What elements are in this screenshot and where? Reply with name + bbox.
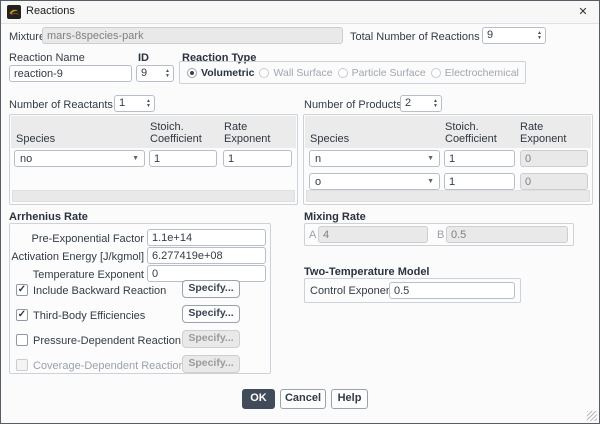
chevron-down-icon: ▼ xyxy=(132,155,139,162)
radio-icon xyxy=(337,67,348,78)
chevron-down-icon: ▼ xyxy=(427,155,434,162)
act-energy-label: Activation Energy [J/kgmol] xyxy=(11,251,144,263)
act-energy-field[interactable] xyxy=(147,247,266,264)
num-reactants-label: Number of Reactants xyxy=(9,99,113,111)
fluent-logo-icon xyxy=(7,5,21,19)
num-reactants-spinner[interactable]: 1 ▲ ▼ xyxy=(114,95,155,112)
mixing-a-field xyxy=(318,226,428,243)
mixing-rate-title: Mixing Rate xyxy=(304,211,366,223)
ok-button[interactable]: OK xyxy=(242,389,275,409)
mixing-b-field xyxy=(446,226,568,243)
third-body-specify-button[interactable]: Specify... xyxy=(182,305,240,323)
spin-down-icon[interactable]: ▼ xyxy=(537,35,542,41)
two-temp-box: Control Exponent xyxy=(304,278,521,303)
mixing-b-label: B xyxy=(437,229,445,241)
col-rate: Rate Exponent xyxy=(520,121,567,145)
products-table: Species Stoich. Coefficient Rate Exponen… xyxy=(303,114,593,205)
pressure-specify-button: Specify... xyxy=(182,330,240,348)
third-body-label: Third-Body Efficiencies xyxy=(33,310,146,322)
total-reactions-spinner[interactable]: 9 ▲ ▼ xyxy=(482,27,546,44)
reaction-id-label: ID xyxy=(138,52,149,64)
reactants-table-footer xyxy=(12,190,295,202)
control-exponent-field[interactable] xyxy=(389,282,515,299)
pressure-dependent-label: Pressure-Dependent Reaction xyxy=(33,335,181,347)
reactants-table-header: Species Stoich. Coefficient Rate Exponen… xyxy=(11,116,296,148)
radio-electrochemical: Electrochemical xyxy=(430,67,519,79)
radio-icon[interactable] xyxy=(187,67,197,78)
close-icon[interactable]: ✕ xyxy=(575,4,591,20)
reaction-id-spinner[interactable]: 9 ▲ ▼ xyxy=(136,65,174,82)
product-stoich-field[interactable] xyxy=(444,173,515,190)
coverage-specify-button: Specify... xyxy=(182,355,240,373)
window-title: Reactions xyxy=(26,5,75,17)
resize-grip[interactable] xyxy=(587,411,597,421)
products-table-header: Species Stoich. Coefficient Rate Exponen… xyxy=(305,116,591,148)
pre-exp-field[interactable] xyxy=(147,229,266,246)
product-species-dropdown[interactable]: n ▼ xyxy=(309,150,440,167)
radio-wall-surface: Wall Surface xyxy=(259,67,333,79)
radio-icon xyxy=(259,67,270,78)
num-products-label: Number of Products xyxy=(304,99,402,111)
reactions-dialog: Reactions ✕ Mixture Total Number of Reac… xyxy=(0,0,600,424)
col-rate: Rate Exponent xyxy=(224,121,271,145)
radio-particle-surface: Particle Surface xyxy=(337,67,426,79)
mixture-label: Mixture xyxy=(9,31,46,43)
mixing-rate-box: A B xyxy=(304,223,574,246)
radio-icon xyxy=(430,67,441,78)
coverage-dependent-label: Coverage-Dependent Reaction xyxy=(33,360,185,372)
mixture-field xyxy=(42,27,343,44)
reactant-stoich-field[interactable] xyxy=(149,150,217,167)
titlebar: Reactions ✕ xyxy=(1,1,599,24)
reactants-table: Species Stoich. Coefficient Rate Exponen… xyxy=(9,114,298,205)
help-button[interactable]: Help xyxy=(331,389,368,409)
pressure-dependent-checkbox[interactable] xyxy=(16,334,28,346)
mixing-a-label: A xyxy=(309,229,317,241)
pre-exp-label: Pre-Exponential Factor xyxy=(31,233,145,245)
spin-down-icon[interactable]: ▼ xyxy=(146,103,151,109)
num-products-spinner[interactable]: 2 ▲ ▼ xyxy=(400,95,442,112)
reaction-name-label: Reaction Name xyxy=(9,52,85,64)
chevron-down-icon: ▼ xyxy=(427,178,434,185)
spin-down-icon[interactable]: ▼ xyxy=(165,73,170,79)
reaction-name-field[interactable] xyxy=(9,65,132,82)
col-species: Species xyxy=(310,133,350,145)
two-temp-title: Two-Temperature Model xyxy=(304,266,430,278)
coverage-dependent-checkbox xyxy=(16,359,28,371)
arrhenius-title: Arrhenius Rate xyxy=(9,211,88,223)
product-species-dropdown[interactable]: o ▼ xyxy=(309,173,440,190)
temp-exp-label: Temperature Exponent xyxy=(32,269,144,281)
reactant-species-dropdown[interactable]: no ▼ xyxy=(14,150,145,167)
backward-specify-button[interactable]: Specify... xyxy=(182,280,240,298)
col-stoich: Stoich. Coefficient xyxy=(445,121,497,145)
control-exponent-label: Control Exponent xyxy=(310,285,395,297)
reaction-type-group: Volumetric Wall Surface Particle Surface… xyxy=(179,61,526,84)
col-species: Species xyxy=(16,133,56,145)
third-body-checkbox[interactable]: ✓ xyxy=(16,309,28,321)
reactant-rate-exp-field[interactable] xyxy=(223,150,292,167)
products-table-footer xyxy=(306,190,590,202)
total-reactions-label: Total Number of Reactions xyxy=(350,31,480,43)
arrhenius-box: Pre-Exponential Factor Activation Energy… xyxy=(9,223,271,374)
backward-reaction-checkbox[interactable]: ✓ xyxy=(16,284,28,296)
radio-volumetric[interactable]: Volumetric xyxy=(187,67,254,79)
spin-down-icon[interactable]: ▼ xyxy=(433,103,438,109)
col-stoich: Stoich. Coefficient xyxy=(150,121,202,145)
backward-reaction-label: Include Backward Reaction xyxy=(33,285,167,297)
product-rate-exp-field xyxy=(520,150,588,167)
product-rate-exp-field xyxy=(520,173,588,190)
product-stoich-field[interactable] xyxy=(444,150,515,167)
cancel-button[interactable]: Cancel xyxy=(280,389,326,409)
